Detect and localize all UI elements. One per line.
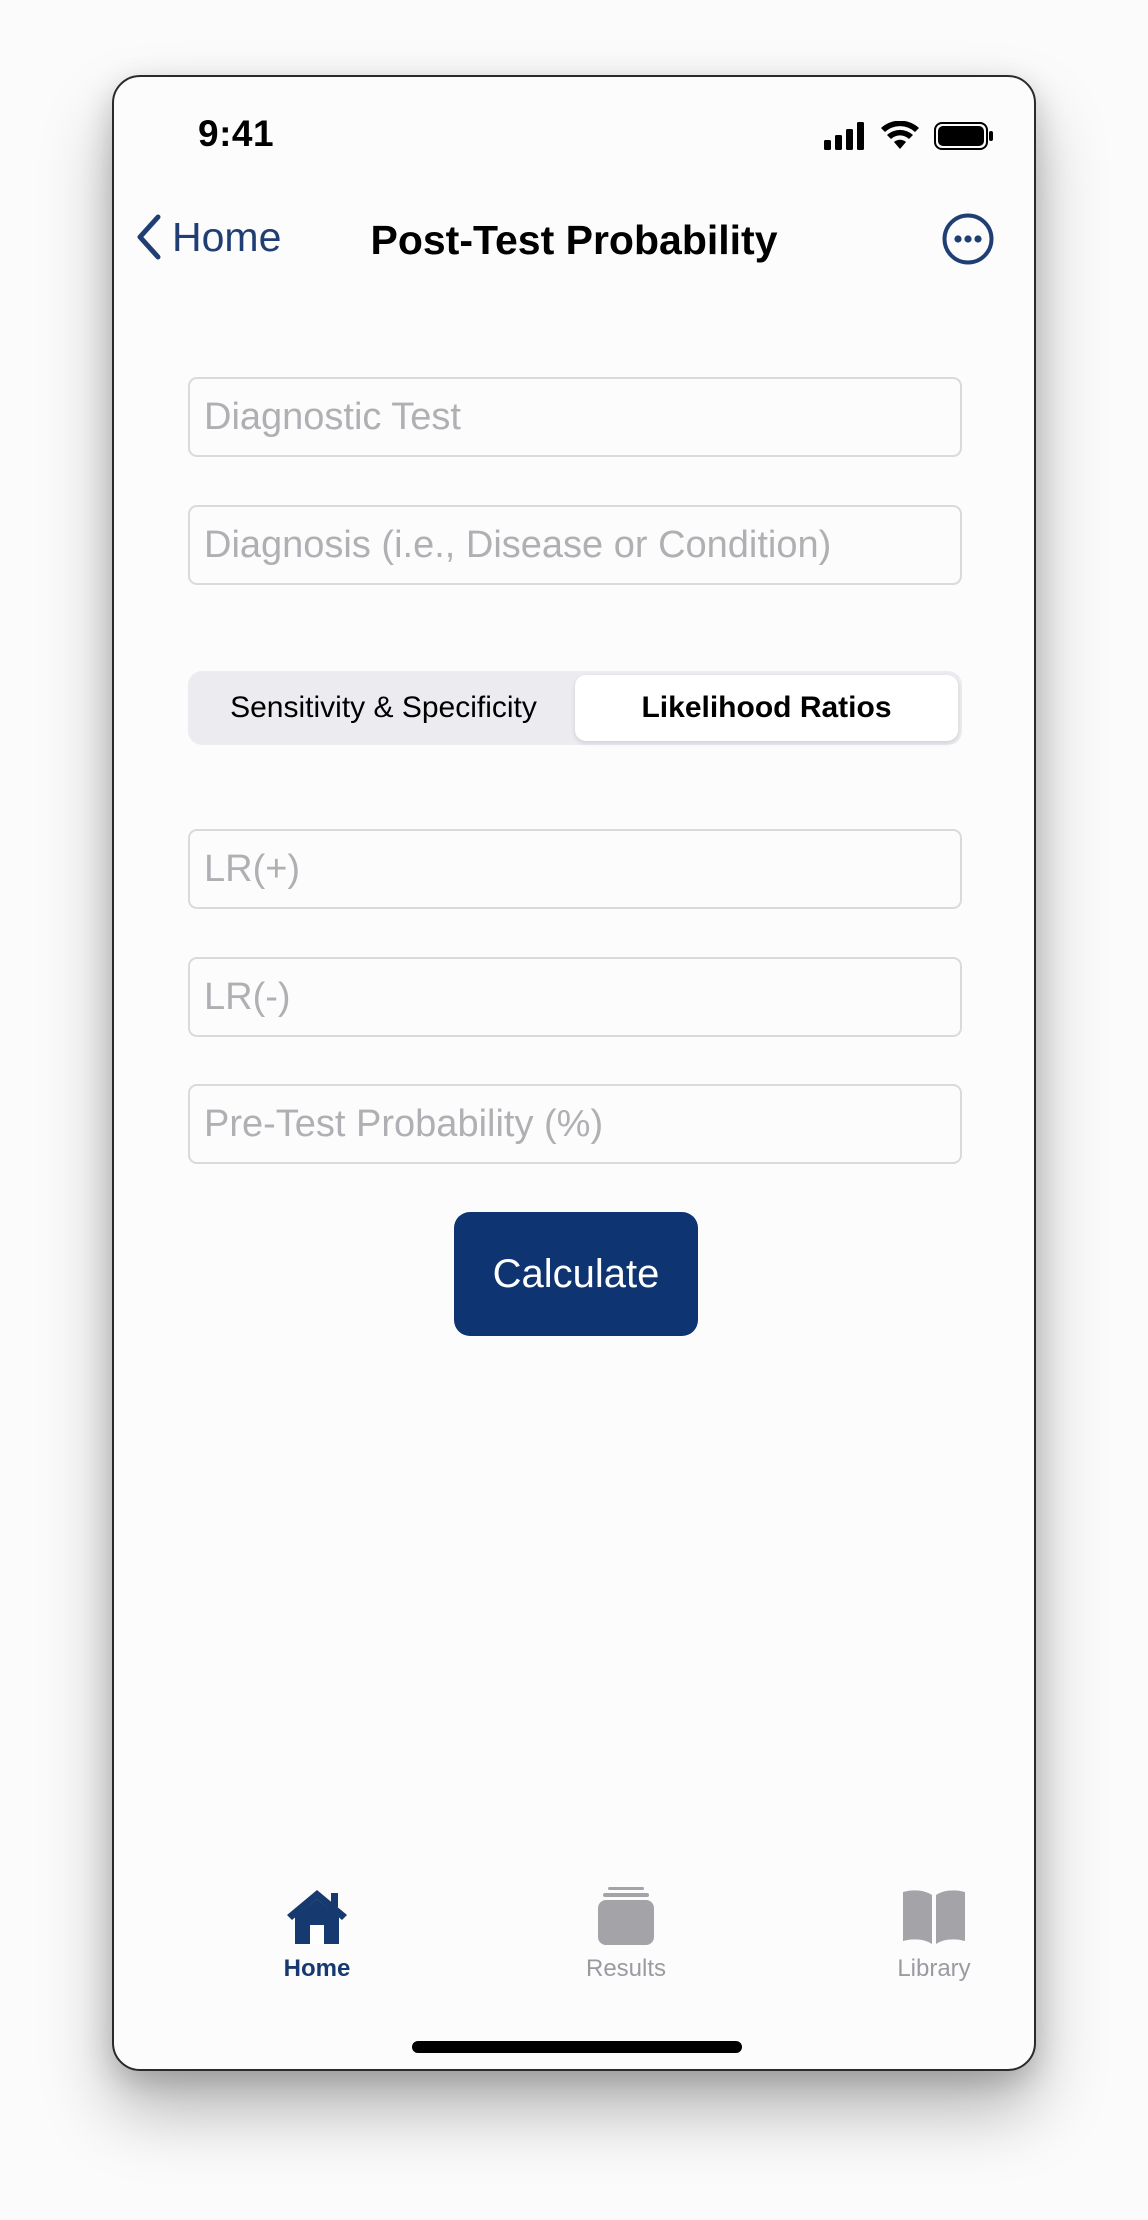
status-time: 9:41 xyxy=(198,113,275,154)
mode-segmented-control: Sensitivity & Specificity Likelihood Rat… xyxy=(188,671,962,745)
more-button[interactable] xyxy=(942,213,994,265)
home-indicator xyxy=(412,2041,742,2053)
segment-likelihood-ratios[interactable]: Likelihood Ratios xyxy=(575,675,958,741)
cellular-signal-icon xyxy=(824,122,864,150)
tab-home[interactable]: Home xyxy=(217,1887,417,1983)
back-button[interactable]: Home xyxy=(134,213,281,261)
phone-frame: 9:41 Home Post-Test Probability Diagnost… xyxy=(112,75,1036,2071)
tab-results[interactable]: Results xyxy=(526,1887,726,1983)
calculate-button[interactable]: Calculate xyxy=(454,1212,698,1336)
battery-icon xyxy=(934,122,993,150)
lr-positive-input[interactable] xyxy=(188,829,962,909)
status-icons xyxy=(824,121,994,151)
tab-home-label: Home xyxy=(283,1955,351,1982)
pretest-probability-input[interactable] xyxy=(188,1084,962,1164)
diagnosis-input[interactable] xyxy=(188,505,962,585)
wifi-icon xyxy=(881,121,919,149)
house-icon xyxy=(287,1890,347,1944)
stack-icon xyxy=(598,1887,654,1945)
diagnostic-test-input[interactable] xyxy=(188,377,962,457)
tab-library[interactable]: Library xyxy=(834,1887,1034,1983)
back-label: Home xyxy=(172,213,282,260)
tab-library-label: Library xyxy=(897,1955,971,1982)
tab-results-label: Results xyxy=(585,1955,667,1982)
ellipsis-circle-icon xyxy=(942,213,994,265)
chevron-left-icon xyxy=(137,214,161,260)
lr-negative-input[interactable] xyxy=(188,957,962,1037)
segment-sensitivity-specificity[interactable]: Sensitivity & Specificity xyxy=(192,675,575,741)
book-icon xyxy=(903,1890,965,1944)
